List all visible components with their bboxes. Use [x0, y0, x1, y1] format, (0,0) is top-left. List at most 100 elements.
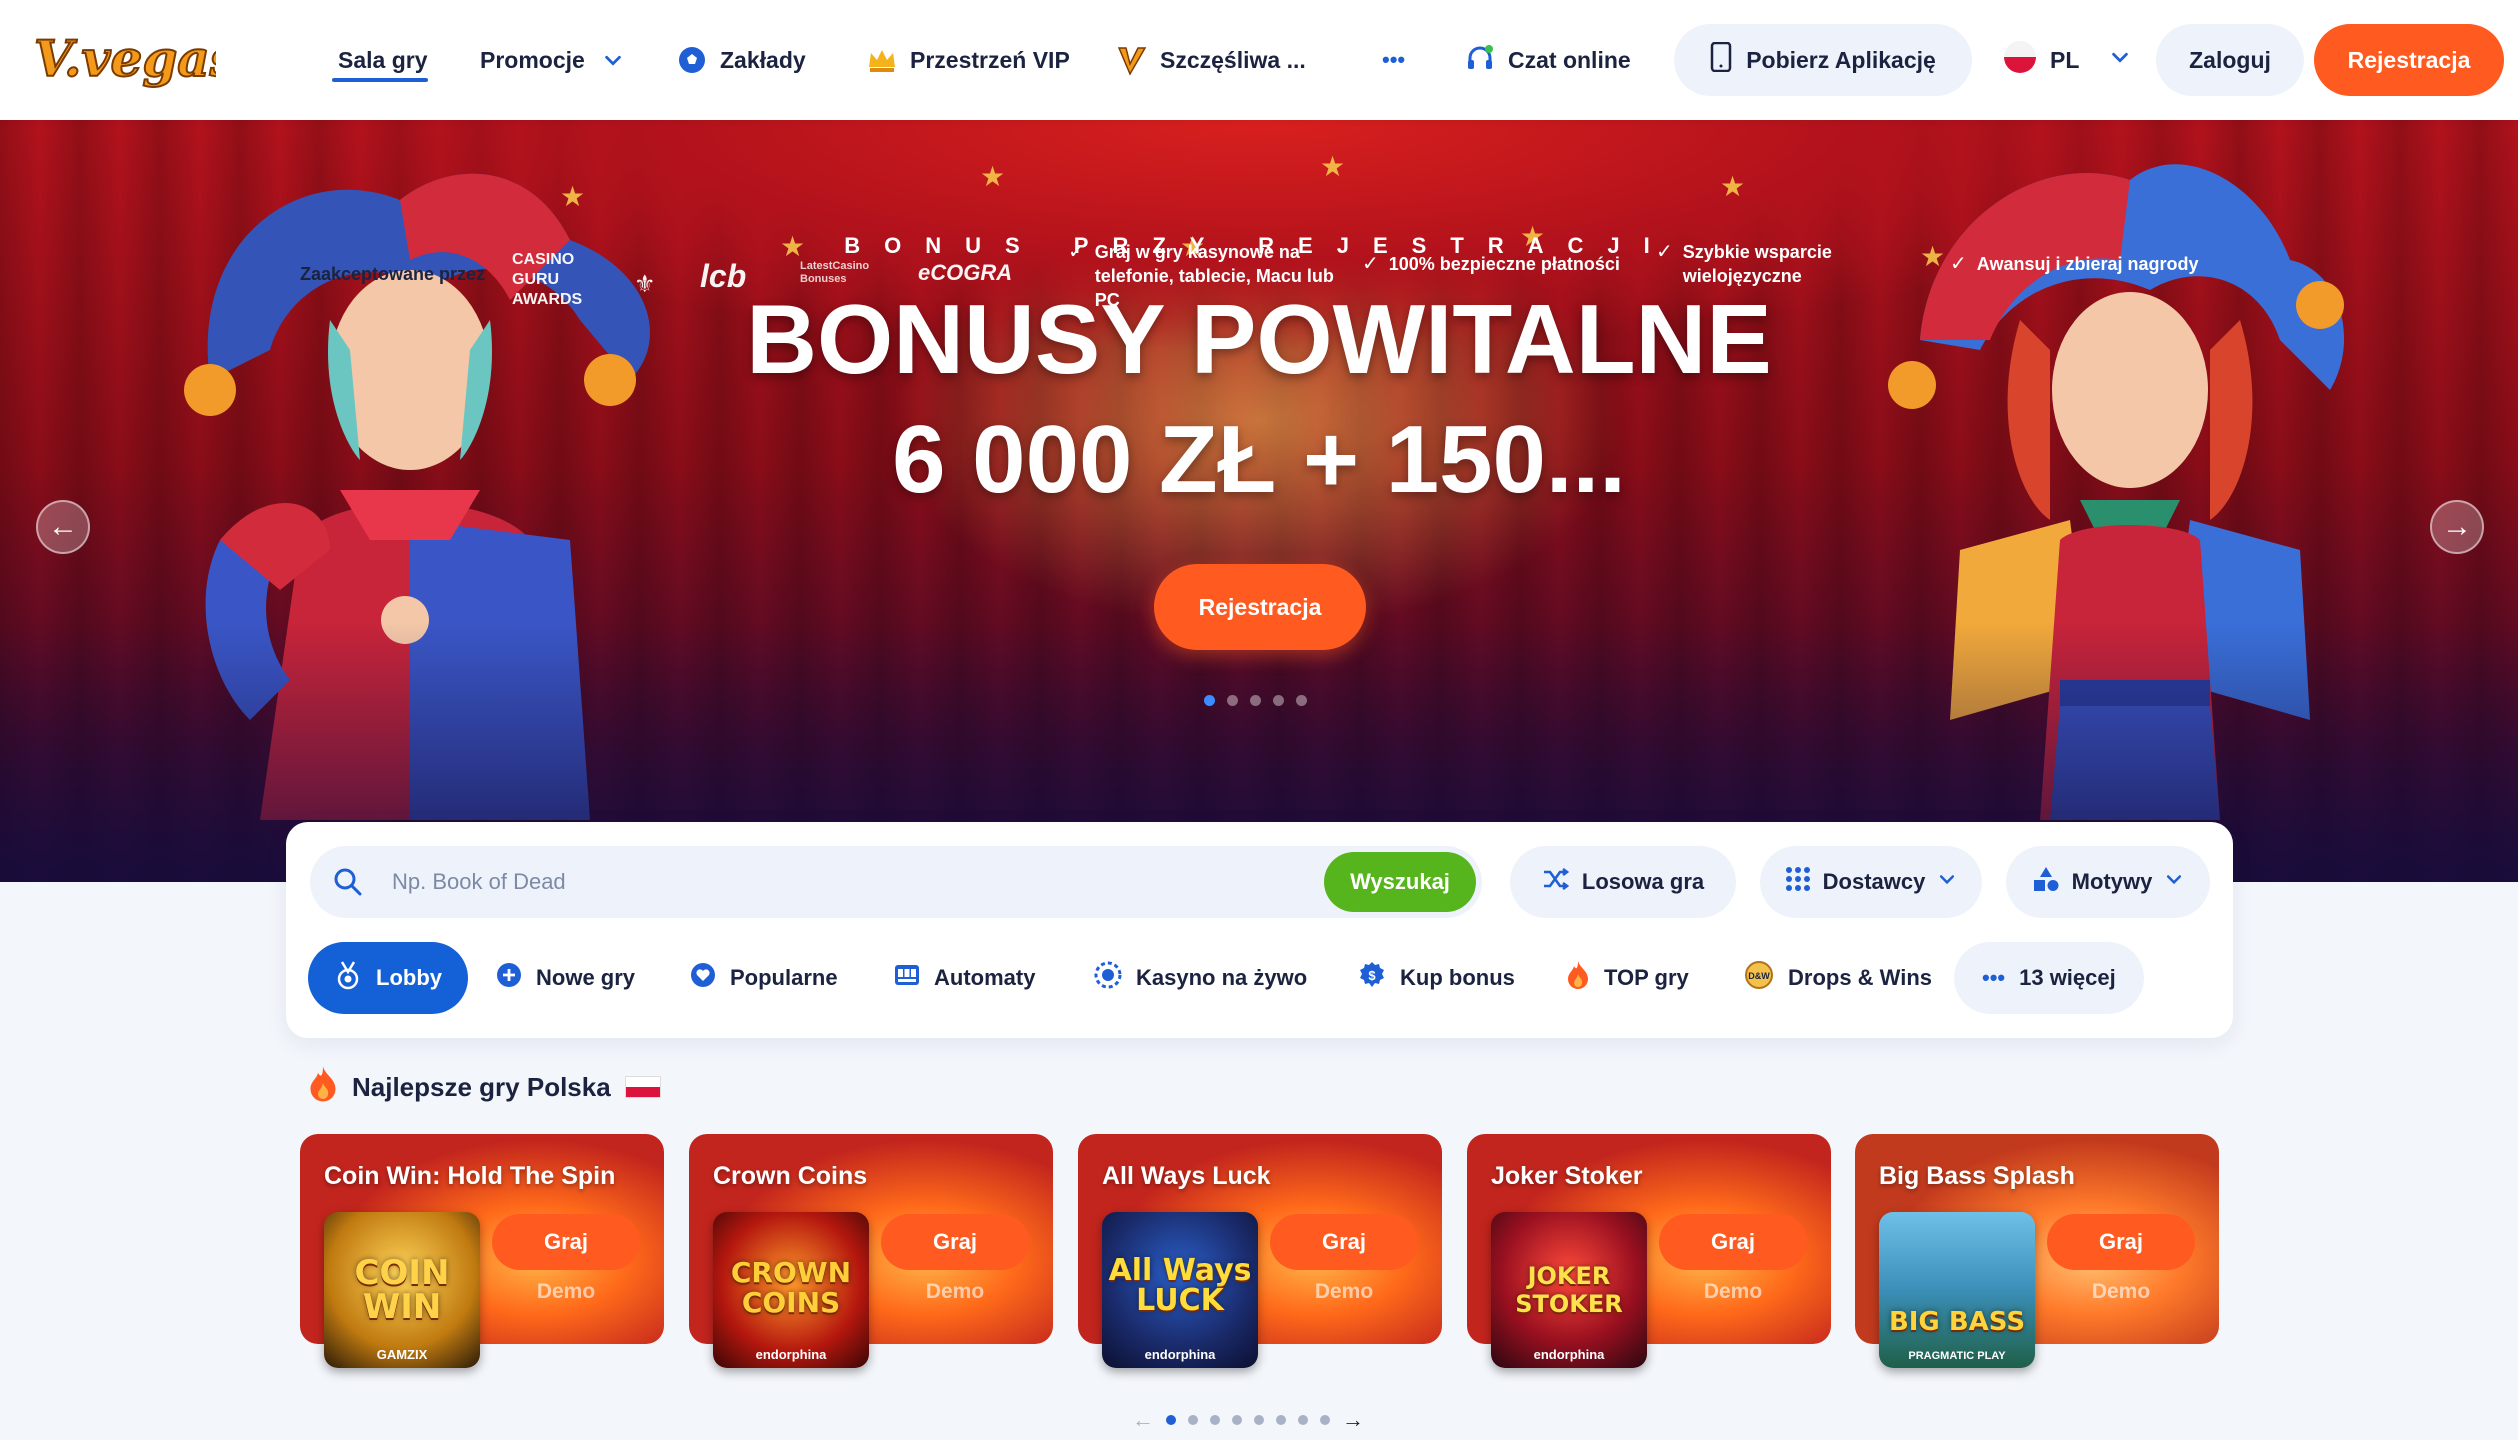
nav-active-indicator [332, 78, 428, 82]
star-icon: ★ [980, 161, 1006, 192]
nav-label: Szczęśliwa ... [1160, 46, 1306, 73]
slide-dot[interactable] [1296, 695, 1307, 706]
shuffle-icon [1542, 867, 1570, 897]
hero-prev-arrow-icon[interactable]: ← [36, 500, 90, 554]
search-button-label: Wyszukaj [1350, 869, 1450, 894]
slide-dot[interactable] [1227, 695, 1238, 706]
hero-next-arrow-icon[interactable]: → [2430, 500, 2484, 554]
search-input[interactable] [392, 846, 1152, 918]
category-nowe-gry[interactable]: Nowe gry [496, 942, 635, 1014]
page-dot[interactable] [1276, 1415, 1286, 1425]
category-label: Drops & Wins [1788, 965, 1933, 990]
slide-dot[interactable] [1250, 695, 1261, 706]
chevron-down-icon [597, 44, 629, 76]
star-icon: ★ [1720, 171, 1746, 202]
game-thumbnail[interactable]: COIN WIN GAMZIX [324, 1212, 480, 1368]
game-card[interactable]: All Ways Luck All Ways LUCK endorphina G… [1078, 1134, 1442, 1368]
svg-text:D&W: D&W [1748, 971, 1770, 981]
slide-dot[interactable] [1204, 695, 1215, 706]
demo-link[interactable]: Demo [881, 1280, 1029, 1304]
page-dot[interactable] [1210, 1415, 1220, 1425]
game-thumbnail[interactable]: All Ways LUCK endorphina [1102, 1212, 1258, 1368]
demo-link[interactable]: Demo [1659, 1280, 1807, 1304]
hero-register-button[interactable]: Rejestracja [1154, 564, 1366, 650]
category-kup-bonus[interactable]: $ Kup bonus [1358, 942, 1515, 1014]
star-icon: ★ [1320, 151, 1346, 182]
feature-payments: ✓ 100% bezpieczne płatności [1362, 252, 1620, 276]
register-button[interactable]: Rejestracja [2314, 24, 2504, 96]
themes-label: Motywy [2071, 869, 2153, 894]
nav-zaklady[interactable]: Zakłady [676, 0, 806, 120]
play-button[interactable]: Graj [492, 1214, 640, 1270]
demo-link[interactable]: Demo [1270, 1280, 1418, 1304]
category-label: Kasyno na żywo [1136, 965, 1308, 990]
play-button[interactable]: Graj [2047, 1214, 2195, 1270]
vvegas-logo[interactable]: V.vegas [30, 16, 216, 102]
heart-icon [690, 962, 716, 994]
nav-szczesliwa[interactable]: Szczęśliwa ... [1116, 0, 1306, 120]
nav-czat-online[interactable]: Czat online [1464, 0, 1631, 120]
feature-text: Szybkie wsparcie wielojęzyczne [1682, 242, 1832, 286]
poland-flag-icon [624, 1076, 661, 1098]
game-card[interactable]: Big Bass Splash BIG BASS PRAGMATIC PLAY … [1855, 1134, 2219, 1368]
search-button[interactable]: Wyszukaj [1324, 852, 1476, 912]
play-button[interactable]: Graj [1270, 1214, 1418, 1270]
download-app-label: Pobierz Aplikację [1746, 46, 1936, 73]
shapes-icon [2032, 865, 2060, 899]
page-dot[interactable] [1298, 1415, 1308, 1425]
play-label: Graj [543, 1229, 589, 1254]
game-card[interactable]: Joker Stoker JOKER STOKER endorphina Gra… [1467, 1134, 1831, 1368]
phone-icon [1710, 41, 1732, 78]
category-lobby[interactable]: Lobby [308, 942, 468, 1014]
play-button[interactable]: Graj [1659, 1214, 1807, 1270]
category-more-button[interactable]: ••• 13 więcej [1954, 942, 2144, 1014]
category-kasyno-na-zywo[interactable]: Kasyno na żywo [1094, 942, 1307, 1014]
demo-link[interactable]: Demo [492, 1280, 640, 1304]
play-label: Graj [2098, 1229, 2144, 1254]
svg-text:$: $ [1368, 968, 1376, 983]
category-automaty[interactable]: Automaty [894, 942, 1035, 1014]
category-top-gry[interactable]: TOP gry [1566, 942, 1689, 1014]
check-icon: ✓ [1950, 253, 1967, 275]
thumbnail-title: COIN WIN [354, 1253, 450, 1327]
language-selector[interactable]: PL [2002, 0, 2131, 120]
page-dot[interactable] [1320, 1415, 1330, 1425]
game-title: Coin Win: Hold The Spin [324, 1162, 616, 1190]
dollar-badge-icon: $ [1358, 961, 1386, 995]
providers-label: Dostawcy [1822, 869, 1926, 894]
poland-flag-icon [2002, 39, 2038, 81]
arrow-right-icon[interactable]: → [1342, 1407, 1364, 1433]
nav-sala-gry[interactable]: Sala gry [338, 0, 428, 120]
more-dots-icon: ••• [1382, 47, 1406, 72]
category-popularne[interactable]: Popularne [690, 942, 838, 1014]
nav-promocje[interactable]: Promocje [480, 0, 629, 120]
random-game-button[interactable]: Losowa gra [1510, 846, 1736, 918]
language-label: PL [2050, 46, 2080, 73]
category-drops-wins[interactable]: D&W Drops & Wins [1744, 942, 1932, 1014]
provider-logo: endorphina [755, 1347, 827, 1362]
login-button[interactable]: Zaloguj [2156, 24, 2304, 96]
slide-dot[interactable] [1273, 695, 1284, 706]
page-dot[interactable] [1166, 1415, 1176, 1425]
game-thumbnail[interactable]: BIG BASS PRAGMATIC PLAY [1879, 1212, 2035, 1368]
nav-vip[interactable]: Przestrzeń VIP [866, 0, 1070, 120]
game-card[interactable]: Crown Coins CROWN COINS endorphina Graj … [689, 1134, 1053, 1368]
page-dot[interactable] [1188, 1415, 1198, 1425]
fire-icon [1566, 960, 1590, 996]
providers-dropdown[interactable]: Dostawcy [1760, 846, 1982, 918]
download-app-button[interactable]: Pobierz Aplikację [1674, 24, 1972, 96]
demo-link[interactable]: Demo [2047, 1280, 2195, 1304]
arrow-left-icon[interactable]: ← [1132, 1407, 1154, 1433]
play-label: Graj [1710, 1229, 1756, 1254]
nav-more-button[interactable]: ••• [1382, 0, 1405, 120]
plus-circle-icon [496, 962, 522, 994]
category-label: Automaty [934, 965, 1036, 990]
game-card[interactable]: Coin Win: Hold The Spin COIN WIN GAMZIX … [300, 1134, 664, 1368]
play-button[interactable]: Graj [881, 1214, 1029, 1270]
category-label: Lobby [376, 965, 442, 990]
page-dot[interactable] [1254, 1415, 1264, 1425]
themes-dropdown[interactable]: Motywy [2006, 846, 2210, 918]
game-thumbnail[interactable]: JOKER STOKER endorphina [1491, 1212, 1647, 1368]
game-thumbnail[interactable]: CROWN COINS endorphina [713, 1212, 869, 1368]
page-dot[interactable] [1232, 1415, 1242, 1425]
